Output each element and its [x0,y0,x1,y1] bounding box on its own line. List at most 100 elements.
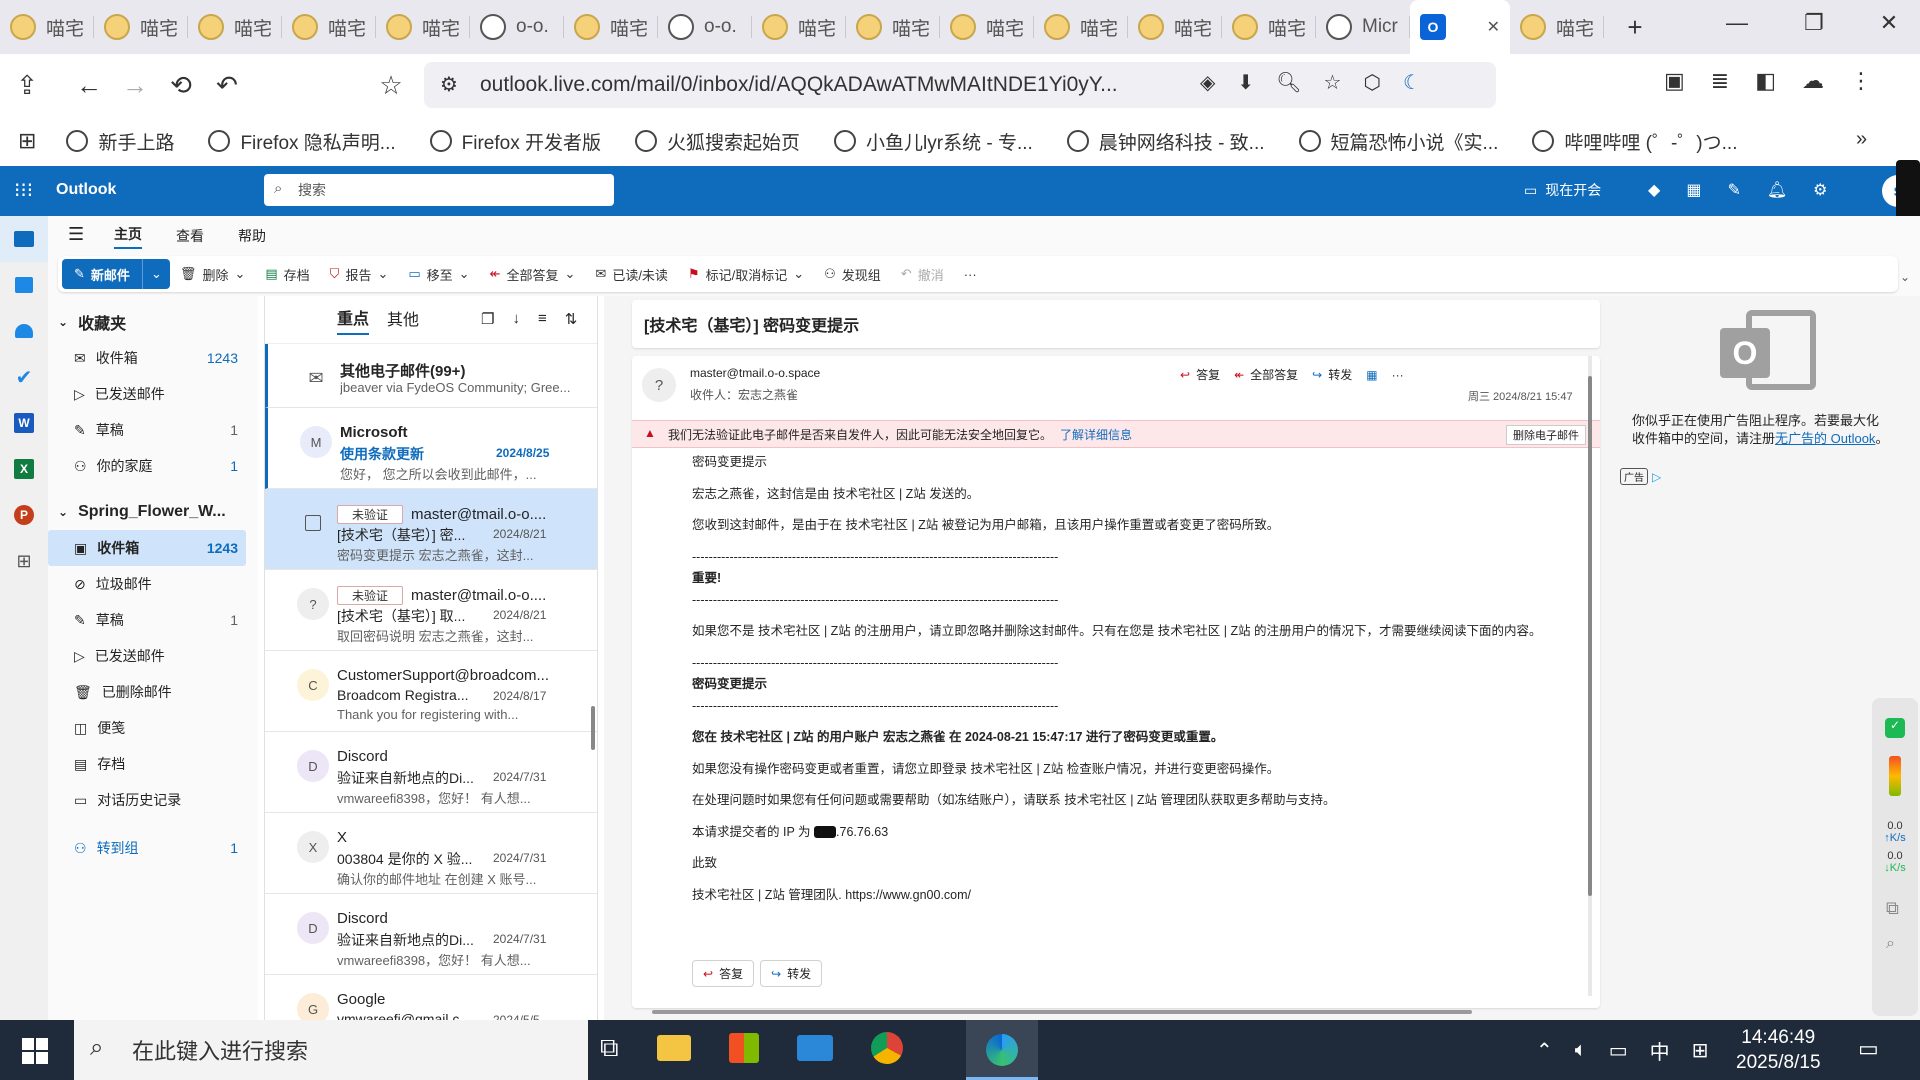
browser-tab[interactable]: 喵宅 [376,0,470,54]
sender-avatar[interactable]: ? [642,368,676,402]
account-folder[interactable]: ▷ 已发送邮件 [48,638,246,674]
browser-tab[interactable]: 喵宅 [94,0,188,54]
task-view-icon[interactable]: ⧉ [600,1032,619,1064]
to-name[interactable]: 宏志之燕雀 [738,388,798,402]
gear-icon[interactable]: ⚙ [1813,180,1827,200]
tray-chevron-icon[interactable]: ⌃ [1536,1038,1553,1063]
ime-indicator[interactable]: 中 [1650,1036,1670,1065]
message-item[interactable]: X X 003804 是你的 X 验... 2024/7/31 确认你的邮件地址 在创建… [265,813,597,894]
list-scrollbar[interactable] [591,706,595,750]
store-icon[interactable] [728,1033,759,1063]
delete-mail-button[interactable]: 删除电子邮件 [1506,425,1586,445]
message-item[interactable]: ? 未验证 master@tmail.o-o.... [技术宅（基宅）] 取... 20… [265,570,597,651]
chart-icon[interactable]: ⧉ [1886,898,1918,919]
sender-address[interactable]: master@tmail.o-o.space [690,366,820,380]
zoom-icon[interactable]: 🔍︎ [1276,70,1301,95]
browser-tab[interactable]: 喵宅 [1510,0,1604,54]
bottom-forward-button[interactable]: ↪ 转发 [760,960,823,987]
ime-mode-icon[interactable]: ⊞ [1692,1038,1709,1063]
browser-tab[interactable]: 喵宅 [564,0,658,54]
screenshot-icon[interactable]: ▣ [1664,68,1685,94]
go-to-groups[interactable]: ⚇ 转到组 1 [48,830,246,866]
excel-icon[interactable]: X [0,446,48,492]
tab-home[interactable]: 主页 [114,224,142,249]
browser-tab[interactable]: 喵宅 [1034,0,1128,54]
menu-icon[interactable]: ⋮ [1850,68,1872,94]
back-button[interactable]: ← [70,66,108,104]
network-icon[interactable]: ▭ [1609,1038,1628,1063]
new-mail-button[interactable]: ✎ 新邮件 [62,259,142,289]
word-icon[interactable]: W [0,400,48,446]
favorite-folder[interactable]: ▷ 已发送邮件 [48,376,246,412]
extension-icon[interactable]: ⬡ [1363,70,1380,95]
filter-icon[interactable]: ≡ [538,310,547,328]
bell-icon[interactable]: 🔔︎ [1767,180,1787,200]
ad-free-link[interactable]: 无广告的 Outlook [1775,431,1875,446]
message-item[interactable]: M Microsoft 使用条款更新 2024/8/25 您好， 您之所以会收到此邮件，… [265,408,597,489]
bookmark-item[interactable]: 晨钟网络科技 - 致... [1066,128,1265,155]
message-item[interactable]: D Discord 验证来自新地点的Di... 2024/7/31 vmwareefi8… [265,732,597,813]
bookmark-item[interactable]: 新手上路 [66,128,174,155]
star-icon[interactable]: ☆ [1324,70,1342,95]
favorite-folder[interactable]: ✉ 收件箱 1243 [48,340,246,376]
message-item[interactable]: C CustomerSupport@broadcom... Broadcom Reg… [265,651,597,732]
select-icon[interactable]: ❐ [481,310,494,328]
more-options-button[interactable]: ··· [954,256,987,292]
more-apps-icon[interactable]: ⊞ [0,538,48,584]
archive-button[interactable]: ▤ 存档 [255,256,319,292]
move-button[interactable]: ▭ 移至 ⌄ [398,256,479,292]
tab-help[interactable]: 帮助 [238,226,266,246]
search-input[interactable]: ⌕ 搜索 [264,174,614,206]
message-item[interactable]: G Google vmwareefi@gmail.c... 2024/5/5 [265,975,597,1020]
edge-taskbar-button[interactable] [966,1020,1038,1080]
account-folder[interactable]: ⊘ 垃圾邮件 [48,566,246,602]
forward-button[interactable]: ↪ 转发 [1312,366,1352,383]
bottom-reply-button[interactable]: ↩ 答复 [692,960,755,987]
favorite-folder[interactable]: ✎ 草稿 1 [48,412,246,448]
apps-grid-icon[interactable]: ⊞ [18,128,36,154]
ribbon-expand-icon[interactable]: ⌄ [1900,270,1910,284]
browser-tab[interactable]: 喵宅 [940,0,1034,54]
account-folder[interactable]: ✎ 草稿 1 [48,602,246,638]
account-folder[interactable]: ▤ 存档 [48,746,246,782]
read-unread-button[interactable]: ✉ 已读/未读 [585,256,678,292]
browser-tab[interactable]: o-o. [470,0,564,54]
bookmark-item[interactable]: 哔哩哔哩 (゜-゜)つ... [1532,128,1737,155]
select-checkbox[interactable] [305,515,321,531]
site-info-icon[interactable]: ⚙ [440,72,458,97]
new-mail-dropdown[interactable]: ⌄ [141,259,170,289]
mail-icon[interactable] [0,216,48,262]
new-tab-button[interactable]: + [1616,8,1654,46]
notification-icon[interactable]: ▭ [1858,1036,1879,1062]
browser-tab[interactable]: 喵宅 [846,0,940,54]
account-folder[interactable]: ◫ 便笺 [48,710,246,746]
sidebar-icon[interactable]: ◧ [1755,68,1776,94]
reader-icon[interactable]: ◈ [1200,70,1215,95]
bookmark-star-icon[interactable]: ☆ [372,66,410,104]
bookmark-item[interactable]: 短篇恐怖小说《实... [1298,128,1498,155]
bookmark-item[interactable]: 火狐搜索起始页 [635,128,800,155]
people-icon[interactable] [0,308,48,354]
browser-tab[interactable]: 喵宅 [1128,0,1222,54]
hamburger-icon[interactable]: ☰ [68,224,84,245]
mail-app-icon[interactable] [796,1035,833,1061]
report-button[interactable]: ⛉ 报告 ⌄ [320,256,399,292]
flag-button[interactable]: ⚑ 标记/取消标记 ⌄ [678,256,814,292]
sync-icon[interactable]: ☁ [1802,68,1824,94]
volume-icon[interactable]: 🔈︎ [1575,1039,1587,1062]
reading-list-icon[interactable]: ≣ [1711,68,1729,94]
undo-button[interactable]: ↶ 撤消 [891,256,954,292]
horizontal-scrollbar[interactable] [652,1010,1472,1014]
tab-other[interactable]: 其他 [387,306,419,334]
browser-tab[interactable]: 喵宅 [752,0,846,54]
taskbar-search-input[interactable]: ⌕ 在此键入进行搜索 [74,1020,588,1080]
reply-all-button[interactable]: ↞ 全部答复 ⌄ [480,256,586,292]
reply-all-header-button[interactable]: ↞ 全部答复 [1234,366,1298,383]
browser-tab[interactable]: O ✕ [1410,0,1510,54]
delete-button[interactable]: 🗑︎ 删除 ⌄ [170,256,255,292]
meet-now-button[interactable]: ▭ 现在开会 [1524,180,1601,200]
teams-icon[interactable]: ◆ [1648,180,1660,200]
address-bar[interactable]: ⚙ outlook.live.com/mail/0/inbox/id/AQQkA… [424,62,1496,108]
chrome-dev-icon[interactable] [870,1032,903,1064]
reply-button[interactable]: ↩ 答复 [1180,366,1220,383]
